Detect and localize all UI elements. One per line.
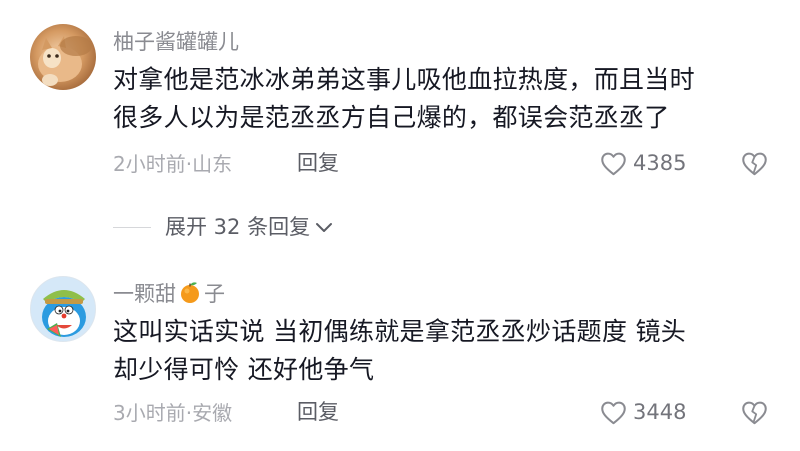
reply-button[interactable]: 回复 xyxy=(297,149,339,177)
expand-replies-label: 展开 32 条回复 xyxy=(165,215,311,239)
broken-heart-icon xyxy=(742,401,767,425)
chevron-down-icon xyxy=(316,223,333,232)
comment-text-line: 很多人以为是范丞丞方自己爆的，都误会范丞丞了 xyxy=(113,103,670,132)
reply-button[interactable]: 回复 xyxy=(297,398,339,426)
like-button[interactable]: 4385 xyxy=(600,149,686,177)
expand-replies-button[interactable]: 展开 32 条回复 xyxy=(113,212,333,242)
username[interactable]: 一颗甜 子 xyxy=(113,280,225,308)
username-part: 子 xyxy=(204,282,225,306)
comment-text-line: 却少得可怜 还好他争气 xyxy=(113,355,375,384)
divider xyxy=(113,226,151,228)
heart-icon xyxy=(601,401,626,424)
comment-text-line: 这叫实话实说 当初偶练就是拿范丞丞炒话题度 镜头 xyxy=(113,317,687,346)
comment-text: 这叫实话实说 当初偶练就是拿范丞丞炒话题度 镜头 却少得可怜 还好他争气 xyxy=(113,313,773,389)
comment-meta: 2小时前·山东 xyxy=(113,152,233,176)
like-button[interactable]: 3448 xyxy=(600,398,686,426)
username-part: 一颗甜 xyxy=(113,282,176,306)
avatar[interactable] xyxy=(30,276,96,342)
comment-text: 对拿他是范冰冰弟弟这事儿吸他血拉热度，而且当时 很多人以为是范丞丞方自己爆的，都… xyxy=(113,61,773,137)
avatar[interactable] xyxy=(30,24,96,90)
doraemon-avatar-icon xyxy=(31,277,95,341)
like-count: 4385 xyxy=(633,151,687,175)
cat-avatar-icon xyxy=(38,36,92,86)
broken-heart-icon xyxy=(742,152,767,176)
username[interactable]: 柚子酱罐罐儿 xyxy=(113,28,239,56)
like-count: 3448 xyxy=(633,400,687,424)
dislike-button[interactable] xyxy=(741,151,768,180)
orange-emoji-icon xyxy=(181,282,199,303)
heart-icon xyxy=(601,152,626,175)
comment-meta: 3小时前·安徽 xyxy=(113,401,233,425)
dislike-button[interactable] xyxy=(741,400,768,429)
comment-text-line: 对拿他是范冰冰弟弟这事儿吸他血拉热度，而且当时 xyxy=(113,65,695,94)
